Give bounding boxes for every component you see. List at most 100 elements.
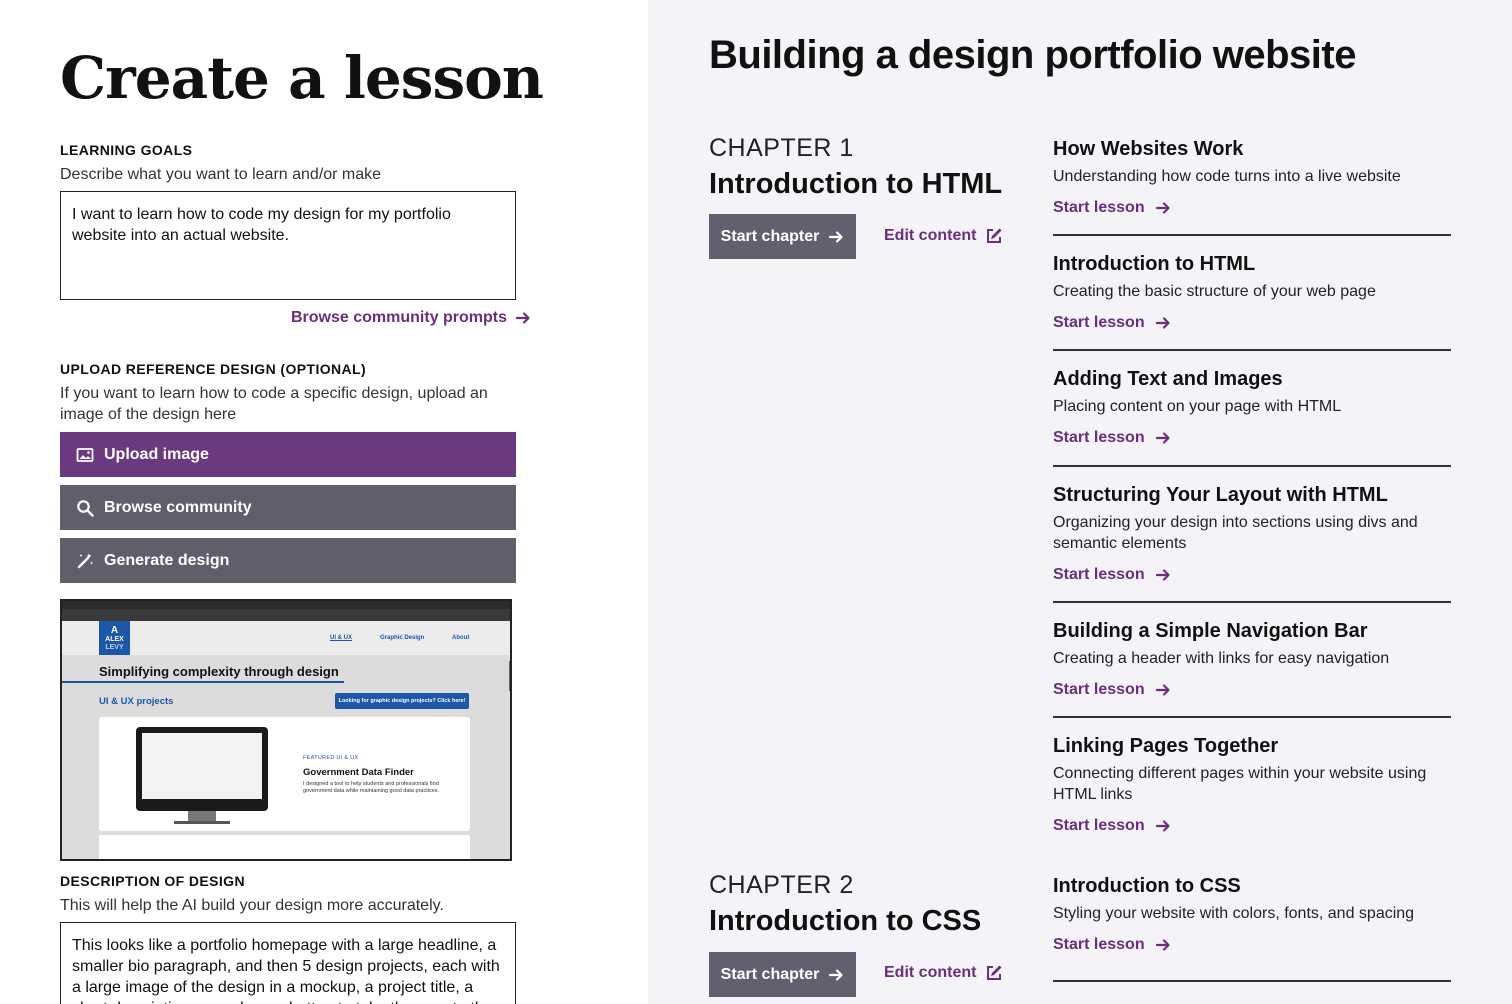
start-lesson-link[interactable]: Start lesson [1053,429,1451,447]
browser-urlbar [62,609,510,621]
start-lesson-label: Start lesson [1053,681,1145,698]
upload-reference-help: If you want to learn how to code a speci… [60,385,488,423]
lesson-description: Understanding how code turns into a live… [1053,168,1401,185]
browse-community-button[interactable]: Browse community [60,485,516,530]
arrow-right-icon [515,312,530,324]
edit-icon [987,228,1002,243]
lesson-title: Linking Pages Together [1053,735,1279,757]
site-logo: A ALEX LEVY [99,621,130,655]
site-logo-letter: A [110,625,119,636]
lesson-title: Introduction to CSS [1053,875,1241,897]
page-title: Create a lesson [60,44,544,112]
lesson-description: Creating a header with links for easy na… [1053,650,1390,667]
browser-tabbar [62,601,510,609]
monitor-screen [142,733,262,799]
image-icon [76,447,94,462]
edit-content-label: Edit content [884,227,977,244]
monitor-base [174,821,230,824]
site-card-title: Government Data Finder [303,767,414,778]
lesson-description: Organizing your design into sections usi… [1053,514,1418,552]
lesson-title: Introduction to HTML [1053,253,1256,275]
browse-community-prompts-link[interactable]: Browse community prompts [291,309,531,327]
lesson-title: Structuring Your Layout with HTML [1053,484,1388,506]
lesson-description: Connecting different pages within your w… [1053,765,1427,803]
lesson-divider [1053,601,1451,603]
start-lesson-label: Start lesson [1053,936,1145,953]
arrow-right-icon [829,230,843,243]
lesson-divider [1053,716,1451,718]
edit-chapter-2-link[interactable]: Edit content [884,964,1003,982]
start-chapter-1-button[interactable]: Start chapter [709,214,856,259]
lesson-item: Introduction to HTML Creating the basic … [1053,251,1451,332]
lesson-title: Adding Text and Images [1053,368,1283,390]
upload-reference-label: UPLOAD REFERENCE DESIGN (OPTIONAL) [60,361,367,377]
lesson-divider [1053,349,1451,351]
lesson-item: Introduction to CSS Styling your website… [1053,873,1451,954]
start-lesson-link[interactable]: Start lesson [1053,566,1451,584]
monitor-stand [188,811,216,821]
arrow-right-icon [829,968,843,981]
site-project-card: FEATURED UI & UX Government Data Finder … [99,717,470,831]
lesson-item: Adding Text and Images Placing content o… [1053,366,1451,447]
description-label: DESCRIPTION OF DESIGN [60,873,245,889]
start-chapter-2-button[interactable]: Start chapter [709,952,856,997]
lesson-divider [1053,234,1451,236]
chapter-1-name: Introduction to HTML [709,168,1003,200]
course-title: Building a design portfolio website [709,33,1356,77]
start-lesson-label: Start lesson [1053,199,1145,216]
generate-design-label: Generate design [104,551,230,569]
upload-image-label: Upload image [104,445,209,463]
lesson-item: Structuring Your Layout with HTML Organi… [1053,482,1451,584]
arrow-right-icon [1155,939,1170,951]
arrow-right-icon [1155,820,1170,832]
search-icon [77,499,94,517]
start-lesson-link[interactable]: Start lesson [1053,314,1451,332]
start-lesson-label: Start lesson [1053,817,1145,834]
chapter-2-name: Introduction to CSS [709,905,982,937]
lesson-title: Building a Simple Navigation Bar [1053,620,1368,642]
arrow-right-icon [1155,569,1170,581]
description-textarea[interactable]: This looks like a portfolio homepage wit… [60,922,516,1004]
site-card-desc: I designed a tool to help students and p… [303,781,440,794]
learning-goals-label: LEARNING GOALS [60,142,193,158]
site-nav-uiux: UI & UX [330,635,353,641]
edit-icon [987,965,1002,980]
lesson-description: Styling your website with colors, fonts,… [1053,905,1415,922]
description-help: This will help the AI build your design … [60,897,444,914]
arrow-right-icon [1155,684,1170,696]
monitor-mockup [136,727,268,811]
start-lesson-label: Start lesson [1053,429,1145,446]
magic-wand-icon [77,553,93,568]
lesson-item: Building a Simple Navigation Bar Creatin… [1053,618,1451,699]
create-lesson-panel: Create a lesson LEARNING GOALS Describe … [0,0,648,1004]
lesson-item: How Websites Work Understanding how code… [1053,136,1451,217]
upload-image-button[interactable]: Upload image [60,432,516,477]
site-section-title: UI & UX projects [99,696,174,707]
lesson-title: How Websites Work [1053,138,1244,160]
site-nav-graphic: Graphic Design [380,635,425,641]
reference-design-image[interactable]: A ALEX LEVY UI & UX Graphic Design About… [60,599,512,861]
arrow-right-icon [1155,432,1170,444]
learning-goals-help: Describe what you want to learn and/or m… [60,166,382,183]
site-project-card-2 [99,835,470,859]
chapter-2-number: CHAPTER 2 [709,871,854,899]
start-lesson-label: Start lesson [1053,314,1145,331]
site-cta-button: Looking for graphic design projects? Cli… [335,693,469,709]
learning-goals-textarea[interactable]: I want to learn how to code my design fo… [60,191,516,300]
start-chapter-label: Start chapter [720,227,820,245]
start-lesson-link[interactable]: Start lesson [1053,681,1451,699]
start-chapter-label: Start chapter [720,965,820,983]
start-lesson-link[interactable]: Start lesson [1053,817,1451,835]
browse-prompts-label: Browse community prompts [291,309,508,326]
generate-design-button[interactable]: Generate design [60,538,516,583]
start-lesson-link[interactable]: Start lesson [1053,936,1451,954]
edit-chapter-1-link[interactable]: Edit content [884,227,1003,245]
site-logo-first: ALEX [105,636,124,643]
arrow-right-icon [1155,317,1170,329]
chapter-1-number: CHAPTER 1 [709,134,854,162]
edit-content-label: Edit content [884,964,977,981]
lesson-item: Linking Pages Together Connecting differ… [1053,733,1451,835]
lesson-description: Placing content on your page with HTML [1053,398,1342,415]
start-lesson-label: Start lesson [1053,566,1145,583]
start-lesson-link[interactable]: Start lesson [1053,199,1451,217]
